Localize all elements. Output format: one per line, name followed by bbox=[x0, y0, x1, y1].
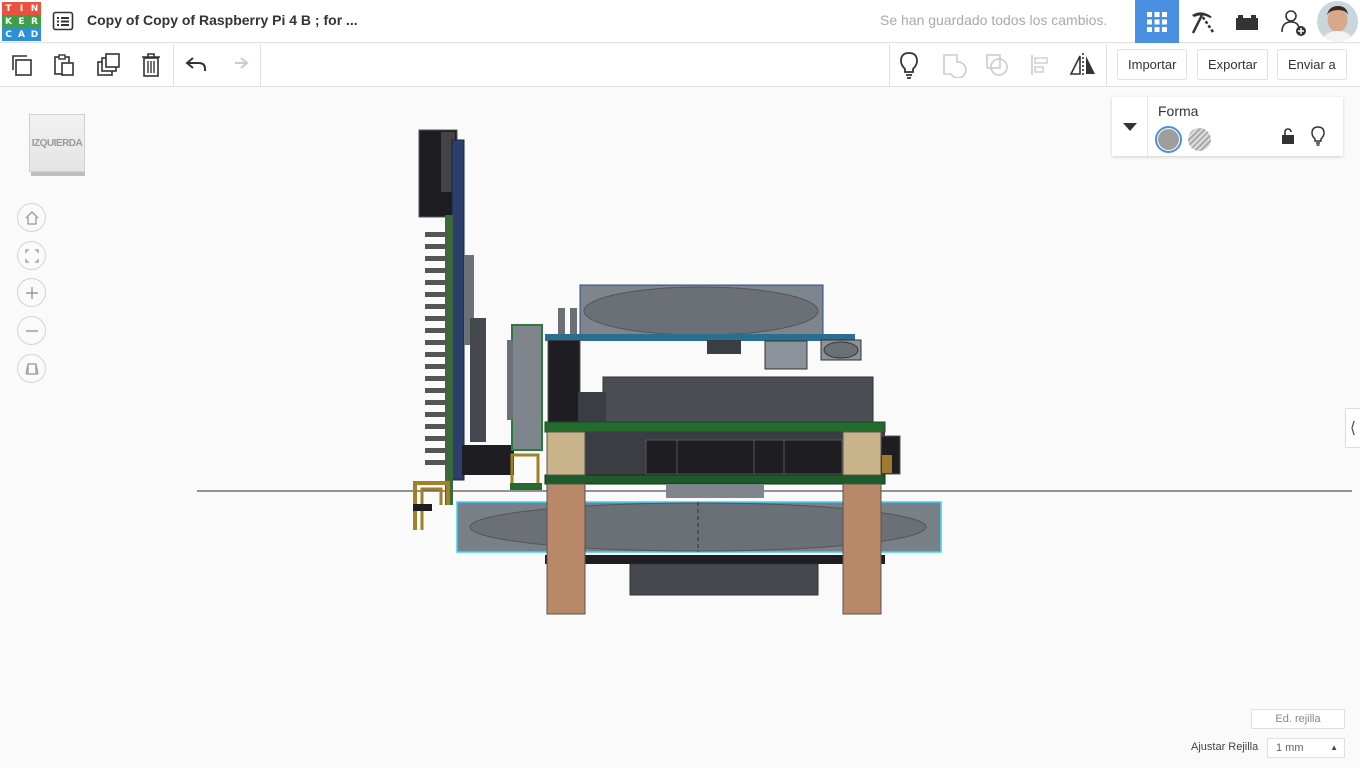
logo-letter: C bbox=[2, 28, 15, 41]
design-view-button[interactable] bbox=[1135, 0, 1179, 43]
logo-letter: K bbox=[2, 15, 15, 28]
view-cube[interactable]: IZQUIERDA bbox=[29, 114, 85, 176]
side-panel-toggle[interactable]: ⟨ bbox=[1345, 408, 1360, 448]
pickaxe-icon[interactable] bbox=[1180, 0, 1224, 43]
solid-button[interactable] bbox=[1155, 126, 1182, 153]
fan-fin bbox=[425, 424, 447, 429]
tinkercad-logo[interactable]: T I N K E R C A D bbox=[2, 2, 41, 41]
visibility-bulb-icon[interactable] bbox=[1310, 126, 1326, 146]
group-icon bbox=[939, 50, 969, 80]
logo-letter: A bbox=[15, 28, 28, 41]
fan-fin bbox=[425, 304, 447, 309]
toolbar-divider bbox=[889, 44, 890, 87]
logo-letter: D bbox=[28, 28, 41, 41]
fan-fin bbox=[425, 388, 447, 393]
pillar-model bbox=[842, 431, 882, 476]
align-icon bbox=[1026, 50, 1056, 80]
logo-letter: T bbox=[2, 2, 15, 15]
logo-letter: E bbox=[15, 15, 28, 28]
collapse-panel-button[interactable] bbox=[1112, 97, 1148, 156]
connector-model bbox=[707, 340, 741, 354]
edit-grid-button[interactable]: Ed. rejilla bbox=[1251, 709, 1345, 729]
export-button[interactable]: Exportar bbox=[1197, 49, 1269, 80]
shape-inspector: Forma bbox=[1112, 97, 1343, 156]
side-module-model bbox=[511, 324, 543, 451]
fan-fin bbox=[425, 412, 447, 417]
top-cylinder-model bbox=[558, 284, 824, 336]
logo-letter: R bbox=[28, 15, 41, 28]
design-list-icon[interactable] bbox=[52, 10, 74, 32]
perspective-icon[interactable] bbox=[17, 354, 46, 383]
fan-fin bbox=[425, 460, 447, 465]
pillar-model bbox=[842, 483, 882, 615]
view-cube-edge bbox=[31, 172, 85, 176]
fan-fin bbox=[425, 316, 447, 321]
ungroup-icon bbox=[982, 50, 1012, 80]
trash-icon[interactable] bbox=[136, 50, 166, 80]
pillar-model bbox=[546, 431, 586, 476]
fan-fin bbox=[425, 328, 447, 333]
fan-fin bbox=[425, 232, 447, 237]
lock-icon[interactable] bbox=[1280, 127, 1296, 145]
duplicate-icon[interactable] bbox=[93, 50, 123, 80]
fan-fin bbox=[425, 292, 447, 297]
top-board-model bbox=[545, 334, 855, 341]
import-button[interactable]: Importar bbox=[1117, 49, 1188, 80]
redo-icon bbox=[223, 50, 253, 80]
paste-icon[interactable] bbox=[49, 50, 79, 80]
undo-icon[interactable] bbox=[181, 50, 211, 80]
avatar[interactable] bbox=[1317, 1, 1358, 42]
lower-board-model bbox=[544, 474, 886, 485]
fan-fin bbox=[425, 436, 447, 441]
solid-swatch bbox=[1158, 129, 1179, 150]
connector-model bbox=[764, 340, 808, 370]
edit-toolbar: Importar Exportar Enviar a bbox=[0, 44, 1360, 87]
toolbar-divider bbox=[1106, 44, 1107, 87]
bottom-plate-model bbox=[545, 555, 885, 564]
home-view-icon[interactable] bbox=[17, 203, 46, 232]
shape-panel-title: Forma bbox=[1158, 103, 1199, 119]
middle-block-model bbox=[602, 376, 874, 426]
fan-fin bbox=[425, 352, 447, 357]
logo-letter: I bbox=[15, 2, 28, 15]
mirror-icon[interactable] bbox=[1068, 50, 1098, 80]
fan-fin bbox=[425, 280, 447, 285]
fan-fin bbox=[425, 364, 447, 369]
save-status: Se han guardado todos los cambios. bbox=[880, 12, 1108, 28]
middle-board-model bbox=[544, 421, 886, 433]
vertical-board-model bbox=[418, 129, 514, 505]
fan-fin bbox=[425, 340, 447, 345]
copy-icon[interactable] bbox=[7, 50, 37, 80]
pillar-model bbox=[546, 483, 586, 615]
lightbulb-icon[interactable] bbox=[894, 50, 924, 80]
fan-fin bbox=[425, 256, 447, 261]
toolbar-divider bbox=[173, 44, 174, 87]
top-bar: T I N K E R C A D Copy of Copy of Raspbe… bbox=[0, 0, 1360, 43]
fan-fin bbox=[425, 400, 447, 405]
zoom-out-icon[interactable] bbox=[17, 316, 46, 345]
chevron-down-icon bbox=[1122, 122, 1137, 131]
workplane-canvas[interactable] bbox=[0, 87, 1360, 768]
snap-grid-select[interactable]: 1 mm ▲ bbox=[1267, 738, 1345, 758]
snap-grid-label: Ajustar Rejilla bbox=[1191, 741, 1259, 753]
toolbar-divider bbox=[260, 44, 261, 87]
send-to-button[interactable]: Enviar a bbox=[1277, 49, 1347, 80]
snap-grid-value: 1 mm bbox=[1276, 742, 1304, 754]
hole-button[interactable] bbox=[1188, 128, 1211, 151]
fit-view-icon[interactable] bbox=[17, 241, 46, 270]
fan-fin bbox=[425, 244, 447, 249]
fan-fin bbox=[425, 376, 447, 381]
view-cube-label: IZQUIERDA bbox=[29, 114, 85, 172]
fan-fin bbox=[425, 268, 447, 273]
fan-fin bbox=[425, 448, 447, 453]
logo-letter: N bbox=[28, 2, 41, 15]
grid-icon bbox=[1147, 11, 1167, 32]
design-title[interactable]: Copy of Copy of Raspberry Pi 4 B ; for .… bbox=[87, 12, 358, 28]
add-user-icon[interactable] bbox=[1271, 0, 1315, 43]
zoom-in-icon[interactable] bbox=[17, 278, 46, 307]
select-arrow-icon: ▲ bbox=[1330, 743, 1338, 752]
bricks-icon[interactable] bbox=[1225, 0, 1269, 43]
